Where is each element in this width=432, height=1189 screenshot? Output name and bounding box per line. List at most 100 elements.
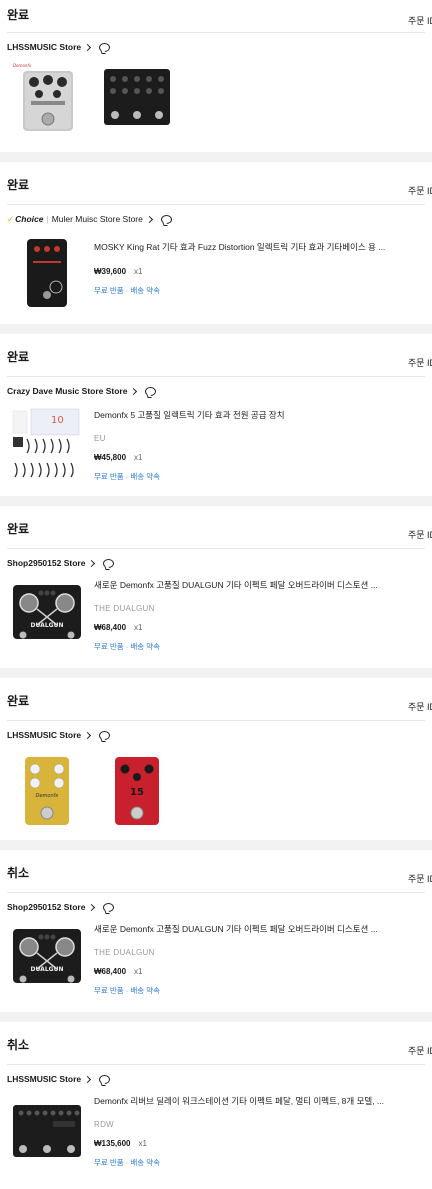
order-item[interactable]: DUALGUN 새로운 Demonfx 고품질 DUALGUN 기타 이펙트 페… [0,577,432,667]
card-gap [0,1012,432,1022]
order-header: 완료 주문 ID [0,162,432,204]
fuzz-pedal-image[interactable] [11,237,83,309]
product-thumbnails: Demonfx 15 [0,749,432,827]
chat-icon[interactable] [103,902,115,912]
product-title[interactable]: Demonfx 리버브 딜레이 워크스테이션 기타 이펙트 페달, 멀티 이펙트… [94,1093,412,1107]
chevron-right-icon [145,215,153,223]
benefit-text: 무료 반품 · 배송 약속 [94,986,161,995]
order-id-label: 주문 ID [408,874,432,884]
order-id-label: 주문 ID [408,1046,432,1056]
product-variant: RDW [94,1120,115,1129]
workstation-pedal-image[interactable] [11,1095,83,1167]
order-id-label: 주문 ID [408,186,432,196]
chevron-right-icon [88,903,96,911]
order-id-label: 주문 ID [408,16,432,26]
power-supply-image[interactable]: 10 [11,407,83,483]
chevron-right-icon [88,559,96,567]
product-variant: THE DUALGUN [94,604,155,613]
order-item[interactable]: DUALGUN 새로운 Demonfx 고품질 DUALGUN 기타 이펙트 페… [0,921,432,1011]
order-item[interactable]: MOSKY King Rat 기타 효과 Fuzz Distortion 일렉트… [0,233,432,323]
store-link[interactable]: LHSSMUSIC Store [0,721,432,749]
benefit-text: 무료 반품 · 배송 약속 [94,286,161,295]
store-link[interactable]: LHSSMUSIC Store [0,1065,432,1093]
store-link[interactable]: Shop2950152 Store [0,893,432,921]
svg-text:Demonfx: Demonfx [36,793,59,799]
multi-knob-black-pedal-image[interactable] [101,61,173,133]
order-status: 취소 [7,1038,30,1052]
product-price: ₩135,600 x1 [94,1139,147,1148]
product-variant: EU [94,434,106,443]
order-card: 완료 주문 ID LHSSMUSIC Store Demonfx [0,0,432,152]
order-status: 취소 [7,866,30,880]
card-gap [0,840,432,850]
dualgun-pedal-image[interactable]: DUALGUN [11,923,83,995]
chevron-right-icon [84,43,92,51]
store-name: LHSSMUSIC Store [7,1074,82,1084]
order-header: 취소 주문 ID [0,1022,432,1064]
order-card: 완료 주문 ID Shop2950152 Store DUALGUN [0,506,432,668]
benefit-text: 무료 반품 · 배송 약속 [94,1158,161,1167]
order-header: 완료 주문 ID [0,334,432,376]
card-gap [0,496,432,506]
order-card: 취소 주문 ID Shop2950152 Store DUALGUN [0,850,432,1012]
order-list: 완료 주문 ID LHSSMUSIC Store Demonfx [0,0,432,1189]
order-card: 취소 주문 ID LHSSMUSIC Store Demonfx 리버브 딜레이… [0,1022,432,1189]
store-link[interactable]: Shop2950152 Store [0,549,432,577]
check-icon: ✓ [7,213,15,224]
store-name: Shop2950152 Store [7,902,86,912]
store-link[interactable]: ✓ Choice | Muler Muisc Store Store [0,205,432,233]
order-item[interactable]: Demonfx 리버브 딜레이 워크스테이션 기타 이펙트 페달, 멀티 이펙트… [0,1093,432,1183]
chat-icon[interactable] [99,42,111,52]
product-thumbnails: Demonfx [0,61,432,133]
order-status: 완료 [7,178,30,192]
chat-icon[interactable] [99,1074,111,1084]
yellow-pedal-image[interactable]: Demonfx [11,755,83,827]
order-status: 완료 [7,8,30,22]
svg-text:10: 10 [51,415,64,426]
product-qty: x1 [134,967,143,976]
svg-text:15: 15 [130,787,144,798]
order-header: 완료 주문 ID [0,0,432,32]
order-header: 취소 주문 ID [0,850,432,892]
product-title[interactable]: MOSKY King Rat 기타 효과 Fuzz Distortion 일렉트… [94,233,412,253]
chevron-right-icon [84,1075,92,1083]
order-status: 완료 [7,522,30,536]
order-card: 완료 주문 ID LHSSMUSIC Store Demonfx [0,678,432,840]
product-price: ₩68,400 x1 [94,623,143,632]
chat-icon[interactable] [145,386,157,396]
card-gap [0,324,432,334]
order-status: 완료 [7,694,30,708]
benefit-text: 무료 반품 · 배송 약속 [94,642,161,651]
order-id-label: 주문 ID [408,530,432,540]
product-title[interactable]: Demonfx 5 고품질 일렉트릭 기타 효과 전원 공급 장치 [94,405,412,421]
product-title[interactable]: 새로운 Demonfx 고품질 DUALGUN 기타 이펙트 페달 오버드라이버… [94,577,412,591]
order-header: 완료 주문 ID [0,506,432,548]
order-item[interactable]: 10 Demonfx 5 고품질 일렉트릭 기타 효과 전원 공급 장치 EU … [0,405,432,495]
dualgun-pedal-image[interactable]: DUALGUN [11,579,83,651]
store-link[interactable]: LHSSMUSIC Store [0,33,432,61]
order-card: 완료 주문 ID Crazy Dave Music Store Store 10 [0,334,432,496]
product-variant: THE DUALGUN [94,948,155,957]
product-qty: x1 [134,453,143,462]
chat-icon[interactable] [103,558,115,568]
product-qty: x1 [134,623,143,632]
store-name: LHSSMUSIC Store [7,730,82,740]
svg-text:DUALGUN: DUALGUN [31,622,64,629]
red-pedal-image[interactable]: 15 [101,755,173,827]
card-gap [0,668,432,678]
store-link[interactable]: Crazy Dave Music Store Store [0,377,432,405]
chevron-right-icon [84,731,92,739]
chat-icon[interactable] [160,214,172,224]
order-status: 완료 [7,350,30,364]
card-gap [0,152,432,162]
compressor-pedal-image[interactable]: Demonfx [11,61,83,133]
chevron-right-icon [130,387,138,395]
order-card: 완료 주문 ID ✓Choice| Muler Muisc Store Stor… [0,162,432,324]
store-name: Muler Muisc Store Store [51,214,143,224]
product-price: ₩39,600 x1 [94,267,143,276]
order-header: 완료 주문 ID [0,678,432,720]
product-title[interactable]: 새로운 Demonfx 고품질 DUALGUN 기타 이펙트 페달 오버드라이버… [94,921,412,935]
store-name: Shop2950152 Store [7,558,86,568]
product-price: ₩68,400 x1 [94,967,143,976]
chat-icon[interactable] [99,730,111,740]
